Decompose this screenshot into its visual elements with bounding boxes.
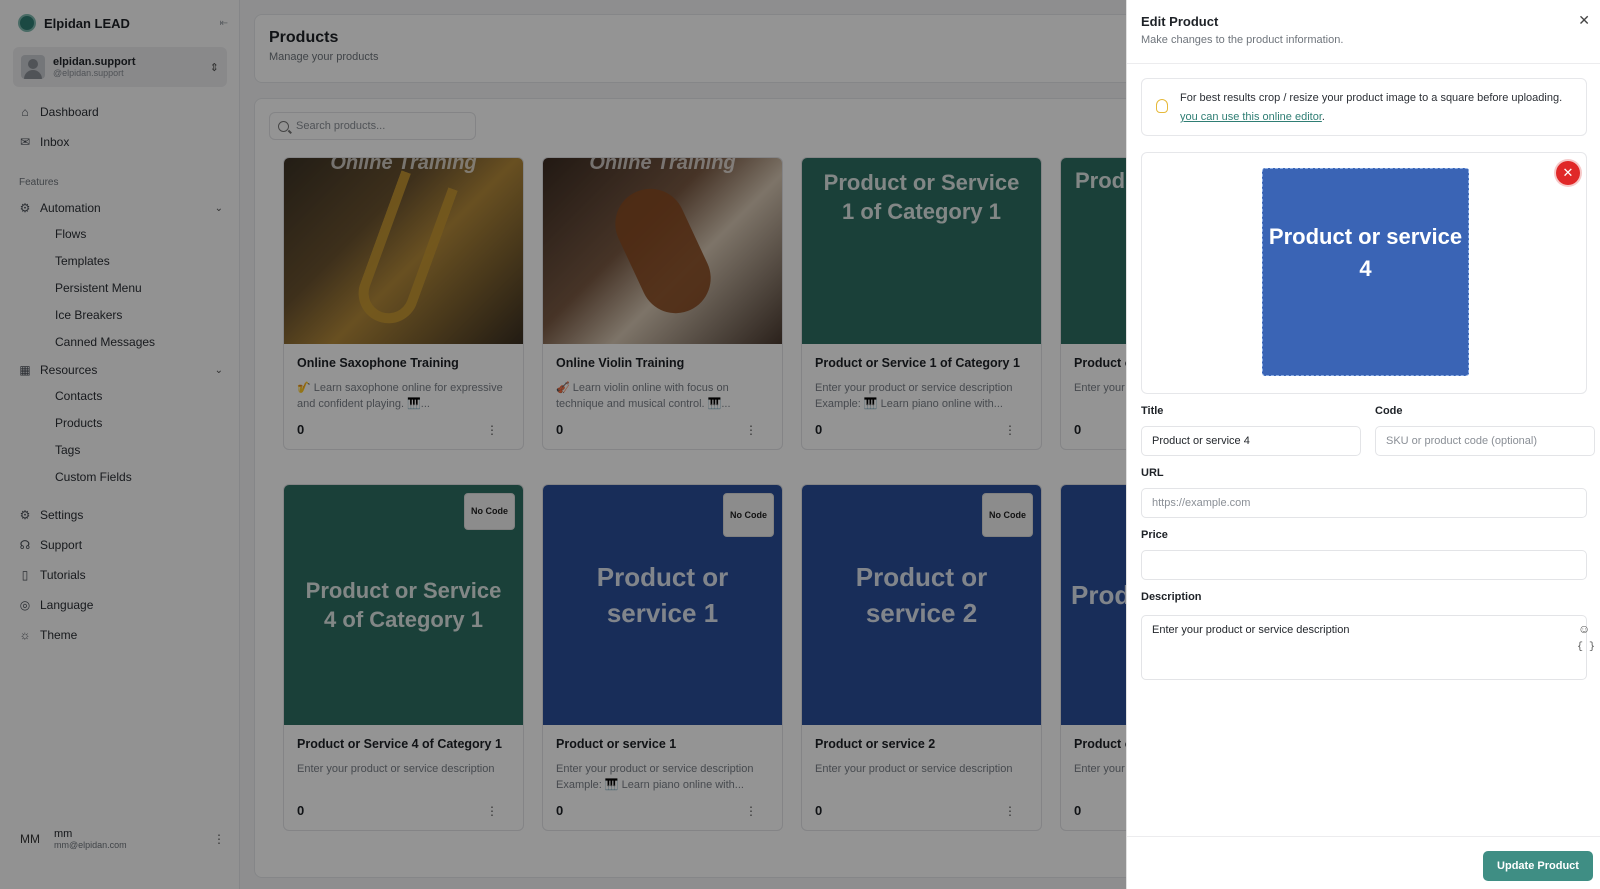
drawer-title: Edit Product (1141, 14, 1219, 29)
description-label: Description (1141, 591, 1202, 603)
product-image-preview: Product or service 4 (1262, 168, 1469, 376)
tip-text: For best results crop / resize your prod… (1180, 92, 1563, 104)
online-editor-link[interactable]: you can use this online editor (1180, 111, 1322, 123)
modal-backdrop[interactable] (0, 0, 1126, 889)
title-label: Title (1141, 405, 1164, 417)
price-label: Price (1141, 529, 1168, 541)
code-label: Code (1375, 405, 1403, 417)
remove-image-button[interactable]: ✕ (1556, 161, 1580, 185)
url-input[interactable] (1141, 488, 1587, 518)
edit-product-drawer: Edit Product Make changes to the product… (1126, 0, 1600, 889)
emoji-icon[interactable]: ☺ (1578, 622, 1590, 636)
code-input[interactable] (1375, 426, 1595, 456)
preview-text: Product or service 4 (1268, 224, 1463, 281)
price-input[interactable] (1141, 550, 1587, 580)
image-tip: For best results crop / resize your prod… (1141, 78, 1587, 136)
drawer-header: Edit Product Make changes to the product… (1127, 0, 1600, 64)
drawer-footer: Update Product (1127, 836, 1600, 889)
description-textarea[interactable] (1141, 615, 1587, 680)
image-upload-area[interactable]: Product or service 4 ✕ (1141, 152, 1587, 394)
variables-icon[interactable]: { } (1577, 642, 1595, 653)
update-product-button[interactable]: Update Product (1483, 851, 1593, 881)
url-label: URL (1141, 467, 1164, 479)
lightbulb-icon (1156, 99, 1168, 113)
drawer-subtitle: Make changes to the product information. (1141, 34, 1344, 46)
close-icon[interactable]: ✕ (1578, 12, 1590, 29)
title-input[interactable] (1141, 426, 1361, 456)
tip-end: . (1321, 111, 1325, 123)
